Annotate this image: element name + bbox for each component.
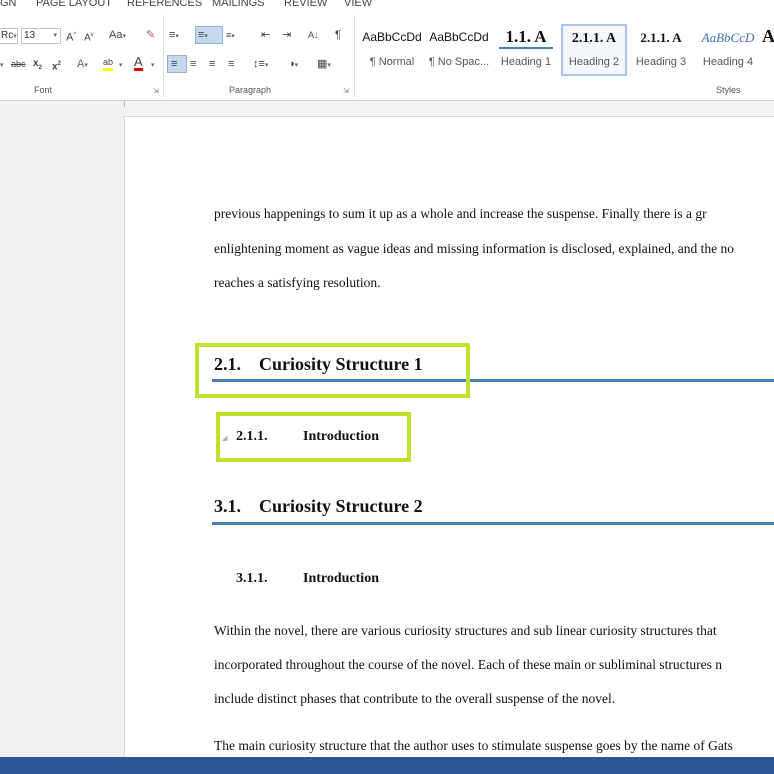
- style-sample: 2.1.1. A: [571, 31, 617, 46]
- tab-review[interactable]: REVIEW: [284, 0, 327, 9]
- body-line: reaches a satisfying resolution.: [214, 275, 381, 290]
- paragraph-dialog-launcher-icon[interactable]: ⇲: [343, 87, 349, 95]
- subheading-text: Introduction: [303, 429, 379, 444]
- ribbon: Rc▾ 13 ▾ A^ Av Aa▾ ✎ ▾ abc x2 x2 A▾ ab ▾ …: [0, 11, 774, 101]
- multilevel-list-icon[interactable]: ≡▾: [226, 28, 235, 44]
- subheading-text: Introduction: [303, 571, 379, 586]
- tab-page-layout[interactable]: PAGE LAYOUT: [36, 0, 112, 9]
- justify-icon[interactable]: ≡: [228, 57, 234, 71]
- subheading-number: 3.1.1.: [236, 571, 268, 586]
- style-name: Heading 2: [568, 56, 620, 68]
- body-line: Within the novel, there are various curi…: [214, 623, 717, 638]
- subheading-number: 2.1.1.: [236, 429, 268, 444]
- style-no-spacing[interactable]: AaBbCcDd ¶ No Spac...: [426, 24, 492, 76]
- styles-gallery: AaBbCcDd ¶ Normal AaBbCcDd ¶ No Spac... …: [357, 24, 774, 80]
- heading-text: Curiosity Structure 2: [259, 496, 423, 516]
- heading-curiosity-structure-2[interactable]: 3.1. Curiosity Structure 2: [214, 496, 423, 517]
- clear-formatting-icon[interactable]: ✎: [146, 28, 155, 42]
- bullets-icon[interactable]: ≡▾: [169, 28, 179, 44]
- font-color-dropdown-icon[interactable]: ▾: [151, 57, 155, 73]
- style-sample: AaBbCcDd: [429, 30, 489, 44]
- style-heading-2[interactable]: 2.1.1. A Heading 2: [561, 24, 627, 76]
- style-sample-partial: A: [762, 26, 774, 46]
- grow-font-icon[interactable]: A^: [66, 28, 76, 45]
- tab-mailings[interactable]: MAILINGS: [212, 0, 265, 9]
- heading-rule: [212, 522, 774, 525]
- style-normal[interactable]: AaBbCcDd ¶ Normal: [359, 24, 425, 76]
- change-case-icon[interactable]: Aa▾: [109, 28, 126, 44]
- heading-curiosity-structure-1[interactable]: 2.1. Curiosity Structure 1: [214, 354, 423, 375]
- style-name: ¶ Normal: [369, 56, 415, 68]
- font-more-dropdown-icon[interactable]: ▾: [0, 57, 4, 73]
- font-group-label: Font: [34, 85, 53, 95]
- styles-group-label: Styles: [716, 85, 741, 95]
- strikethrough-icon[interactable]: abc: [11, 57, 26, 71]
- navigation-area: [0, 101, 124, 757]
- subheading-introduction-1[interactable]: 2.1.1. Introduction: [236, 429, 379, 445]
- style-name: Heading 1: [500, 56, 552, 68]
- font-name-box[interactable]: Rc▾: [0, 28, 18, 44]
- style-sample: AaBbCcD: [701, 30, 755, 45]
- separator: [354, 15, 355, 97]
- highlight-dropdown-icon[interactable]: ▾: [119, 57, 123, 73]
- tab-design[interactable]: GN: [0, 0, 17, 9]
- sort-icon[interactable]: A↓: [308, 28, 319, 42]
- body-line: incorporated throughout the course of th…: [214, 657, 722, 672]
- body-line: include distinct phases that contribute …: [214, 691, 616, 706]
- shrink-font-icon[interactable]: Av: [84, 28, 94, 45]
- numbering-icon: ≡▾: [198, 29, 208, 41]
- font-name-value: Rc: [1, 30, 14, 41]
- tab-view[interactable]: VIEW: [344, 0, 372, 9]
- style-sample: 2.1.1. A: [640, 30, 682, 45]
- ribbon-tabs: GN PAGE LAYOUT REFERENCES MAILINGS REVIE…: [0, 0, 774, 11]
- heading-number: 3.1.: [214, 496, 241, 516]
- decrease-indent-icon[interactable]: ⇤: [261, 28, 270, 42]
- heading-number: 2.1.: [214, 354, 241, 374]
- align-right-icon[interactable]: ≡: [209, 57, 215, 71]
- style-heading-1[interactable]: 1.1. A Heading 1: [493, 24, 559, 76]
- align-center-icon[interactable]: ≡: [190, 57, 196, 71]
- font-size-value: 13: [24, 30, 36, 41]
- tab-references[interactable]: REFERENCES: [127, 0, 202, 9]
- style-more-item[interactable]: A: [762, 24, 774, 76]
- style-heading-4[interactable]: AaBbCcD Heading 4: [695, 24, 761, 76]
- highlight-color-icon[interactable]: ab: [103, 57, 114, 71]
- style-sample: 1.1. A: [499, 27, 553, 49]
- style-name: Heading 3: [635, 56, 687, 68]
- subscript-icon[interactable]: x2: [33, 57, 42, 75]
- shading-icon[interactable]: ◑▾: [288, 57, 298, 73]
- body-line: The main curiosity structure that the au…: [214, 738, 733, 753]
- subheading-introduction-2[interactable]: 3.1.1. Introduction: [236, 571, 379, 587]
- word-window: GN PAGE LAYOUT REFERENCES MAILINGS REVIE…: [0, 0, 774, 774]
- increase-indent-icon[interactable]: ⇥: [282, 28, 291, 42]
- separator: [163, 15, 164, 97]
- paragraph-group-label: Paragraph: [229, 85, 272, 95]
- page-edge-mark: [124, 101, 125, 107]
- font-dialog-launcher-icon[interactable]: ⇲: [153, 87, 159, 95]
- style-sample: AaBbCcDd: [362, 30, 422, 44]
- body-line: enlightening moment as vague ideas and m…: [214, 241, 735, 256]
- style-heading-3[interactable]: 2.1.1. A Heading 3: [628, 24, 694, 76]
- font-color-icon[interactable]: A: [134, 55, 143, 71]
- style-name: ¶ No Spac...: [428, 56, 490, 68]
- line-spacing-icon[interactable]: ↕≡▾: [253, 57, 268, 73]
- align-left-icon: ≡: [171, 58, 178, 70]
- show-formatting-marks-icon[interactable]: ¶: [335, 28, 341, 42]
- text-effects-icon[interactable]: A▾: [77, 57, 88, 73]
- body-line: previous happenings to sum it up as a wh…: [214, 206, 707, 221]
- superscript-icon[interactable]: x2: [52, 57, 61, 74]
- borders-icon[interactable]: ▦▾: [317, 57, 331, 73]
- font-size-box[interactable]: 13 ▾: [21, 28, 61, 44]
- status-bar: [0, 757, 774, 774]
- style-name: Heading 4: [702, 56, 754, 68]
- heading-text: Curiosity Structure 1: [259, 354, 423, 374]
